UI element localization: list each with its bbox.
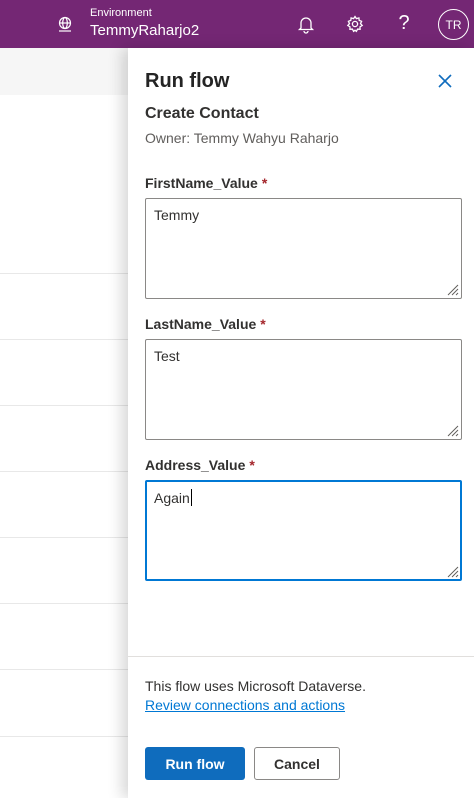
- flow-name: Create Contact: [145, 105, 259, 122]
- environment-name[interactable]: TemmyRaharjo2: [90, 22, 199, 39]
- field-label-text: LastName_Value: [145, 316, 257, 332]
- background-header: [0, 48, 130, 95]
- globe-icon[interactable]: [56, 15, 74, 33]
- field-label-text: FirstName_Value: [145, 175, 258, 191]
- close-icon[interactable]: [437, 73, 453, 89]
- background-list: [0, 48, 130, 798]
- text-caret: [190, 489, 192, 506]
- list-divider: [0, 405, 130, 406]
- panel-title: Run flow: [145, 70, 230, 92]
- gear-icon[interactable]: [345, 14, 365, 34]
- field-value: Again: [154, 490, 190, 506]
- resize-grip-icon[interactable]: [445, 282, 459, 296]
- bell-icon[interactable]: [296, 14, 316, 34]
- required-marker: *: [249, 457, 255, 473]
- list-divider: [0, 669, 130, 670]
- list-divider: [0, 273, 130, 274]
- list-divider: [0, 537, 130, 538]
- field-label-text: Address_Value: [145, 457, 246, 473]
- list-divider: [0, 339, 130, 340]
- top-bar: Environment TemmyRaharjo2 ? TR: [0, 0, 474, 48]
- lastname-input[interactable]: Test: [145, 339, 462, 440]
- address-input[interactable]: Again: [145, 480, 462, 581]
- resize-grip-icon[interactable]: [445, 564, 459, 578]
- avatar[interactable]: TR: [438, 9, 469, 40]
- required-marker: *: [260, 316, 266, 332]
- review-connections-link[interactable]: Review connections and actions: [145, 697, 345, 713]
- firstname-label: FirstName_Value *: [145, 175, 267, 191]
- footer-divider: [128, 656, 474, 657]
- list-divider: [0, 603, 130, 604]
- cancel-button[interactable]: Cancel: [254, 747, 340, 780]
- dataverse-note: This flow uses Microsoft Dataverse.: [145, 678, 366, 694]
- resize-grip-icon[interactable]: [445, 423, 459, 437]
- lastname-label: LastName_Value *: [145, 316, 266, 332]
- run-flow-panel: Run flow Create Contact Owner: Temmy Wah…: [128, 48, 474, 798]
- flow-owner: Owner: Temmy Wahyu Raharjo: [145, 130, 339, 146]
- list-divider: [0, 471, 130, 472]
- list-divider: [0, 736, 130, 737]
- environment-label: Environment: [90, 7, 152, 19]
- firstname-input[interactable]: Temmy: [145, 198, 462, 299]
- field-value: Temmy: [154, 207, 200, 223]
- run-flow-button[interactable]: Run flow: [145, 747, 245, 780]
- address-label: Address_Value *: [145, 457, 255, 473]
- help-icon[interactable]: ?: [394, 12, 414, 34]
- required-marker: *: [261, 175, 268, 191]
- field-value: Test: [154, 348, 180, 364]
